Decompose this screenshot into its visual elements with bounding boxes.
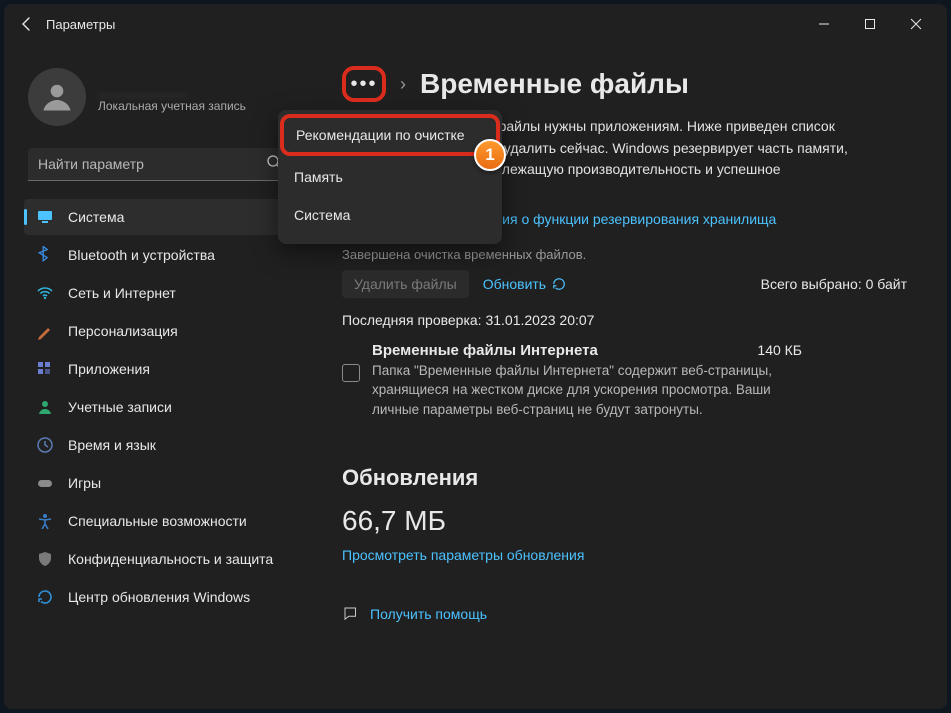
chevron-right-icon: › [400,74,406,95]
back-button[interactable] [12,9,42,39]
help-link[interactable]: Получить помощь [370,606,487,622]
item-checkbox[interactable] [342,364,360,382]
account-name: __________ [98,81,246,99]
breadcrumb: ••• › Временные файлы [342,66,907,102]
maximize-button[interactable] [847,9,893,39]
sidebar-item-label: Конфиденциальность и защита [68,551,273,567]
clock-icon [36,436,54,454]
refresh-button[interactable]: Обновить [483,276,566,292]
updates-size: 66,7 МБ [342,505,907,537]
sidebar-item-update[interactable]: Центр обновления Windows [24,579,296,615]
nav-list: Система Bluetooth и устройства Сеть и Инте… [24,199,296,615]
sidebar-item-monitor[interactable]: Система [24,199,296,235]
sidebar-item-label: Учетные записи [68,399,172,415]
titlebar: Параметры [4,4,947,44]
cleanup-status: Завершена очистка временных файлов. [342,247,907,262]
account-block[interactable]: __________ Локальная учетная запись [28,68,296,126]
sidebar-item-person[interactable]: Учетные записи [24,389,296,425]
avatar [28,68,86,126]
help-row[interactable]: Получить помощь [342,605,907,623]
sidebar-item-label: Специальные возможности [68,513,247,529]
brush-icon [36,322,54,340]
sidebar-item-apps[interactable]: Приложения [24,351,296,387]
breadcrumb-overflow-button[interactable]: ••• [342,66,386,102]
flyout-item-system[interactable]: Система [280,196,500,234]
sidebar-item-wifi[interactable]: Сеть и Интернет [24,275,296,311]
sidebar-item-label: Игры [68,475,101,491]
updates-settings-link[interactable]: Просмотреть параметры обновления [342,547,584,563]
sidebar-item-label: Сеть и Интернет [68,285,176,301]
sidebar-item-accessibility[interactable]: Специальные возможности [24,503,296,539]
sidebar-item-label: Персонализация [68,323,178,339]
sidebar-item-label: Система [68,209,124,225]
update-icon [36,588,54,606]
sidebar-item-gamepad[interactable]: Игры [24,465,296,501]
sidebar-item-label: Приложения [68,361,150,377]
total-selected: Всего выбрано: 0 байт [761,276,907,292]
annotation-badge-1: 1 [474,139,506,171]
refresh-icon [552,277,566,291]
sidebar-item-label: Bluetooth и устройства [68,247,215,263]
sidebar-item-bluetooth[interactable]: Bluetooth и устройства [24,237,296,273]
account-subtitle: Локальная учетная запись [98,99,246,113]
person-icon [36,398,54,416]
temp-file-item: Временные файлы Интернета 140 КБ Папка "… [342,342,907,420]
minimize-button[interactable] [801,9,847,39]
breadcrumb-flyout: Рекомендации по очистке Память Система [278,110,502,244]
search-box[interactable] [28,148,292,181]
sidebar-item-label: Центр обновления Windows [68,589,250,605]
item-title: Временные файлы Интернета [372,342,598,359]
sidebar-item-clock[interactable]: Время и язык [24,427,296,463]
delete-files-button: Удалить файлы [342,270,469,298]
monitor-icon [36,208,54,226]
sidebar-item-shield[interactable]: Конфиденциальность и защита [24,541,296,577]
ellipsis-icon: ••• [350,73,377,96]
flyout-item-cleanup-recommendations[interactable]: Рекомендации по очистке [280,114,500,156]
wifi-icon [36,284,54,302]
window-title: Параметры [46,17,115,32]
close-button[interactable] [893,9,939,39]
sidebar-item-brush[interactable]: Персонализация [24,313,296,349]
help-icon [342,605,360,623]
refresh-label: Обновить [483,276,546,292]
accessibility-icon [36,512,54,530]
flyout-item-storage[interactable]: Память [280,158,500,196]
apps-icon [36,360,54,378]
settings-window: Параметры __________ Локальная учетная з… [4,4,947,709]
sidebar: __________ Локальная учетная запись Сист… [4,44,304,709]
sidebar-item-label: Время и язык [68,437,156,453]
item-size: 140 КБ [757,342,802,358]
search-input[interactable] [28,148,292,181]
updates-header: Обновления [342,465,907,491]
shield-icon [36,550,54,568]
bluetooth-icon [36,246,54,264]
item-description: Папка "Временные файлы Интернета" содерж… [372,361,802,420]
last-check: Последняя проверка: 31.01.2023 20:07 [342,312,907,328]
gamepad-icon [36,474,54,492]
page-title: Временные файлы [420,68,689,100]
